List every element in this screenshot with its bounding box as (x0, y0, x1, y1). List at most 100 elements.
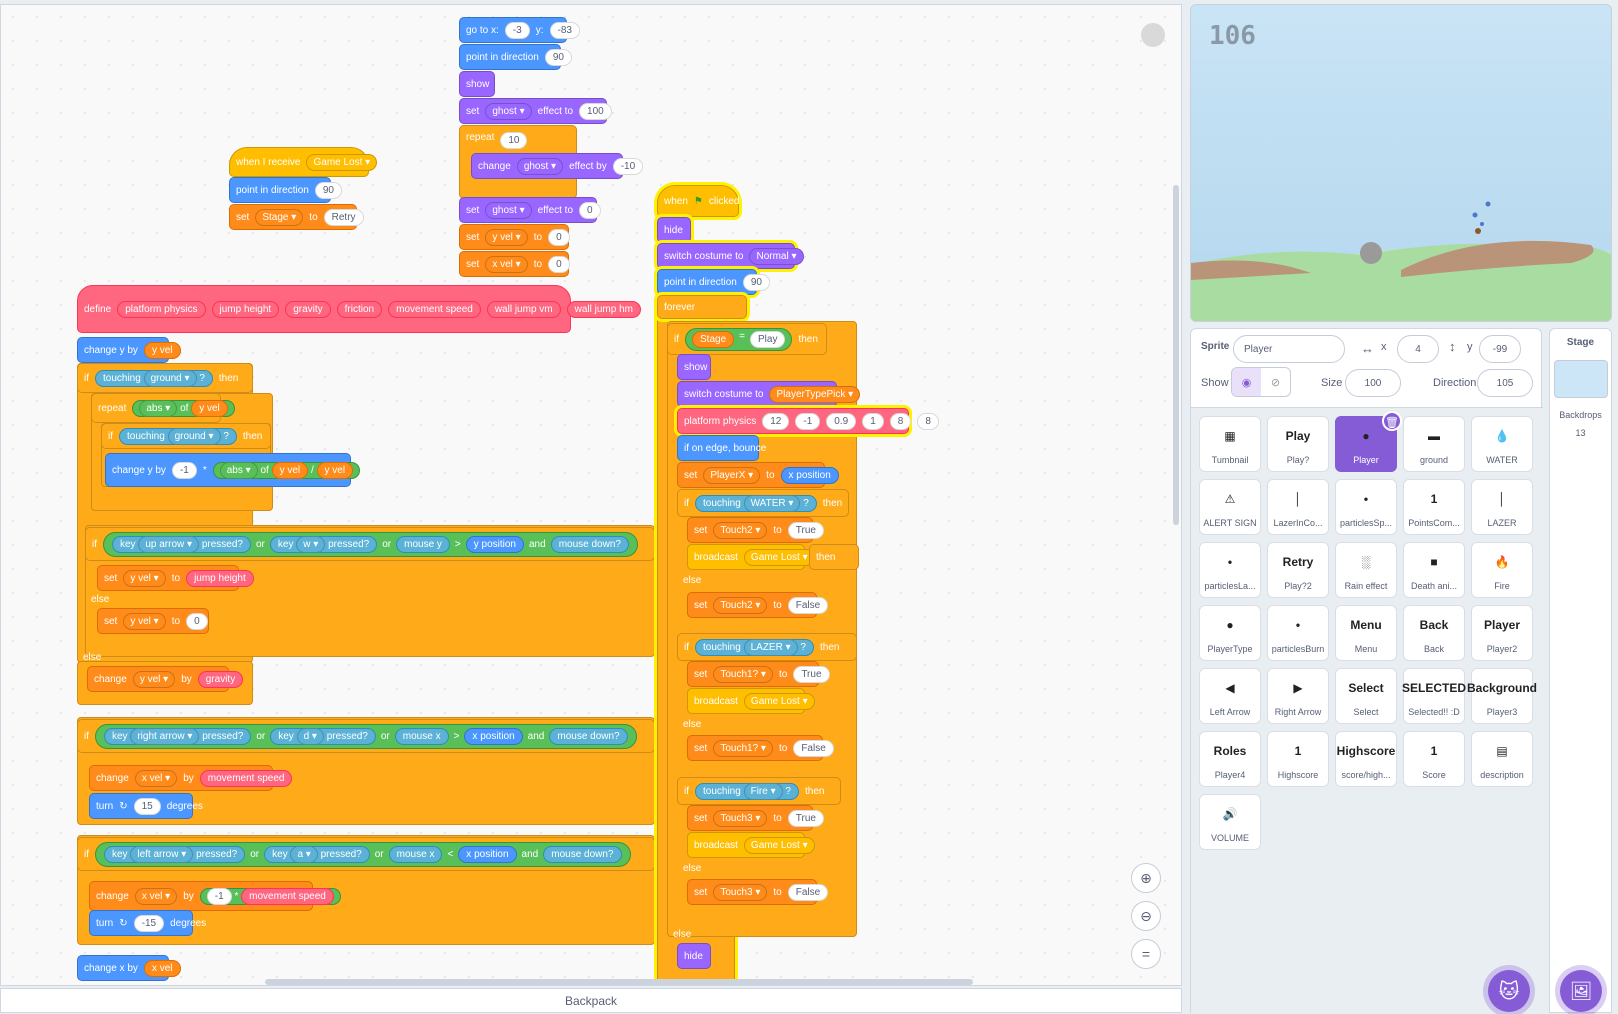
set-variable-block[interactable]: set Touch2 to False (687, 592, 829, 618)
touching-condition[interactable]: touching Fire ? (695, 782, 799, 800)
sprite-tile[interactable]: Back Back (1403, 605, 1465, 661)
abs-reporter[interactable]: abs of y vel (132, 399, 235, 417)
message-dropdown[interactable]: Game Lost (743, 548, 815, 566)
variable-dropdown[interactable]: Touch3 (713, 809, 768, 827)
variable-dropdown[interactable]: y vel (485, 228, 528, 246)
key-pressed-condition[interactable]: key w pressed? (269, 535, 378, 553)
touching-condition[interactable]: touching ground ? (95, 369, 213, 387)
set-variable-block[interactable]: set y vel to jump height (97, 565, 254, 591)
sprite-tile[interactable]: ░ Rain effect (1335, 542, 1397, 598)
mouse-down-condition[interactable]: mouse down? (543, 845, 622, 863)
stage-pane[interactable]: Stage Backdrops 13 🖼 (1549, 328, 1612, 1013)
sprite-tile[interactable]: │ LAZER (1471, 479, 1533, 535)
sprite-dropdown[interactable]: Fire (743, 782, 783, 800)
key-dropdown[interactable]: a (290, 845, 318, 863)
key-pressed-condition[interactable]: key a pressed? (264, 845, 370, 863)
direction-field[interactable]: 105 (1477, 369, 1533, 397)
sprite-tile[interactable]: Roles Player4 (1199, 731, 1261, 787)
mouse-x-reporter[interactable]: mouse x (394, 727, 449, 745)
hide-block[interactable]: hide (657, 217, 691, 243)
value-input[interactable]: 0 (548, 228, 570, 246)
repeat-block[interactable]: repeat abs of y vel (91, 393, 235, 423)
friction-input[interactable]: 0.9 (826, 412, 857, 430)
sprite-tile[interactable]: ▦ Tumbnail (1199, 416, 1261, 472)
set-variable-block[interactable]: set Touch3 to True (687, 805, 824, 831)
if-touching-block[interactable]: if touching WATER ? then (677, 489, 849, 517)
y-vel-reporter[interactable]: y vel (316, 461, 354, 479)
key-dropdown[interactable]: w (296, 535, 326, 553)
if-equals-block[interactable]: if Stage = Play then (667, 323, 827, 355)
value-input[interactable]: True (793, 665, 830, 683)
if-touching-block[interactable]: if touching LAZER ? then (677, 633, 857, 661)
math-dropdown[interactable]: abs (139, 399, 178, 417)
number-input[interactable]: -1 (206, 887, 232, 905)
y-vel-reporter[interactable]: y vel (143, 341, 181, 359)
value-input[interactable]: False (787, 883, 829, 901)
point-direction-block[interactable]: point in direction 90 (229, 177, 342, 203)
sprite-tile[interactable]: Retry Play?2 (1267, 542, 1329, 598)
value-input[interactable]: 0 (186, 612, 208, 630)
sprite-tile[interactable]: Player Player2 (1471, 605, 1533, 661)
if-key-pressed-block[interactable]: if key right arrow pressed? or key d pre… (77, 719, 655, 753)
direction-input[interactable]: 90 (742, 273, 770, 291)
effect-input[interactable]: 0 (579, 201, 601, 219)
change-variable-block[interactable]: change x vel by movement speed (89, 765, 293, 791)
argument-jump-height[interactable]: jump height (211, 300, 280, 318)
mouse-down-condition[interactable]: mouse down? (549, 727, 628, 745)
show-visible-button[interactable]: ◉ (1232, 368, 1261, 396)
sprite-tile[interactable]: 1 Highscore (1267, 731, 1329, 787)
sprite-tile[interactable]: ◀ Left Arrow (1199, 668, 1261, 724)
sprite-dropdown[interactable]: WATER (743, 494, 801, 512)
effect-input[interactable]: -10 (612, 157, 644, 175)
or-and-condition[interactable]: key right arrow pressed? or key d presse… (95, 723, 637, 749)
sprite-tile[interactable]: Background Player3 (1467, 668, 1537, 724)
costume-dropdown[interactable]: Normal (749, 247, 804, 265)
key-dropdown[interactable]: left arrow (130, 845, 194, 863)
mouse-down-condition[interactable]: mouse down? (550, 535, 629, 553)
size-field[interactable]: 100 (1345, 369, 1401, 397)
sprite-tile[interactable]: Select Select (1335, 668, 1397, 724)
vertical-scrollbar[interactable] (1173, 185, 1179, 525)
variable-dropdown[interactable]: Touch2 (713, 521, 768, 539)
sprite-tile[interactable]: • particlesSp... (1335, 479, 1397, 535)
wall-jump-vm-input[interactable]: 8 (889, 412, 912, 430)
or-and-condition[interactable]: key up arrow pressed? or key w pressed? … (103, 531, 638, 557)
touching-condition[interactable]: touching LAZER ? (695, 638, 814, 656)
sprite-tile[interactable]: Menu Menu (1335, 605, 1397, 661)
sprite-tile[interactable]: Play Play? (1267, 416, 1329, 472)
variable-dropdown[interactable]: x vel (134, 769, 178, 787)
change-variable-block[interactable]: change y vel by gravity (87, 666, 244, 692)
variable-dropdown[interactable]: Touch2 (713, 596, 768, 614)
sprite-dropdown[interactable]: ground (167, 427, 221, 445)
sprite-tile[interactable]: 🔥 Fire (1471, 542, 1533, 598)
abs-reporter[interactable]: abs of y vel / y vel (212, 461, 361, 479)
message-dropdown[interactable]: Game Lost (743, 836, 815, 854)
backdrop-thumbnail[interactable] (1553, 360, 1608, 398)
variable-dropdown[interactable]: Stage (255, 208, 304, 226)
sprite-tile[interactable]: ■ Death ani... (1403, 542, 1465, 598)
math-dropdown[interactable]: abs (219, 461, 258, 479)
movement-speed-reporter[interactable]: movement speed (241, 887, 334, 905)
key-dropdown[interactable]: d (296, 727, 324, 745)
set-effect-block[interactable]: set ghost effect to 100 (459, 98, 612, 124)
change-variable-block[interactable]: change x vel by -1 * movement speed (89, 881, 341, 911)
stage-canvas[interactable]: 106 (1190, 4, 1612, 322)
key-pressed-condition[interactable]: key left arrow pressed? (104, 845, 246, 863)
backpack-bar[interactable]: Backpack (0, 988, 1182, 1013)
x-position-reporter[interactable]: x position (458, 845, 517, 863)
value-input[interactable]: False (787, 596, 829, 614)
zoom-reset-button[interactable]: = (1131, 939, 1161, 969)
effect-dropdown[interactable]: ghost (485, 102, 532, 120)
y-vel-reporter[interactable]: y vel (191, 399, 228, 417)
key-pressed-condition[interactable]: key up arrow pressed? (112, 535, 251, 553)
if-touching-block[interactable]: if touching ground ? then (77, 363, 253, 393)
horizontal-scrollbar[interactable] (265, 979, 973, 985)
value-input[interactable]: True (787, 521, 824, 539)
direction-input[interactable]: 90 (314, 181, 342, 199)
sprite-tile[interactable]: ⚠ ALERT SIGN (1199, 479, 1261, 535)
argument-friction[interactable]: friction (336, 300, 383, 318)
equals-condition[interactable]: Stage = Play (685, 327, 793, 351)
gravity-reporter[interactable]: gravity (197, 670, 244, 688)
set-variable-block[interactable]: set PlayerX to x position (677, 462, 839, 488)
or-and-condition[interactable]: key left arrow pressed? or key a pressed… (95, 841, 631, 867)
